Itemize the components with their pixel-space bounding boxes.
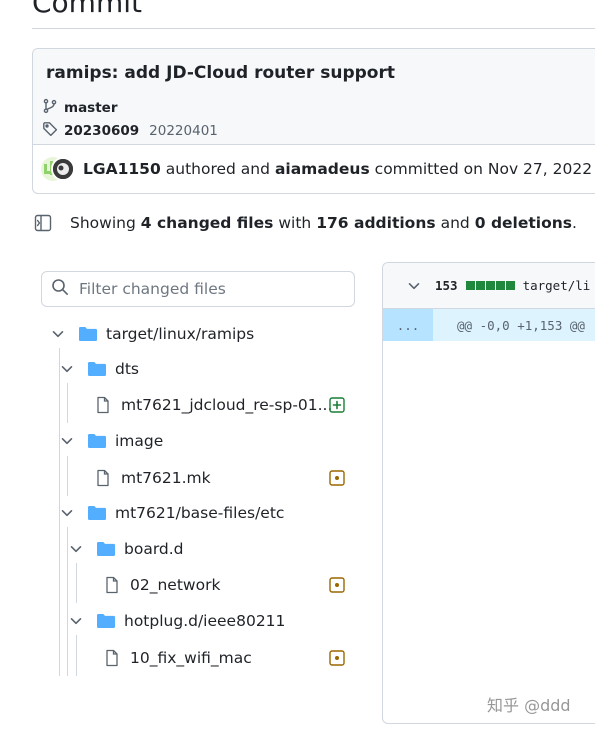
diff-modified-icon [329, 650, 345, 666]
summary-and: and [440, 214, 470, 232]
diff-file-header: 153 target/li [383, 263, 595, 309]
git-branch-icon [42, 98, 58, 118]
file-icon [103, 649, 121, 667]
authored-text: authored and [165, 160, 270, 178]
summary-suffix: . [572, 214, 577, 232]
folder-icon [87, 505, 107, 521]
diff-modified-icon [329, 577, 345, 593]
commit-box: ramips: add JD-Cloud router support mast… [32, 48, 595, 194]
diff-stat-bar [495, 281, 505, 290]
chevron-down-icon[interactable] [59, 434, 75, 448]
tree-file-row[interactable]: mt7621.mk [94, 464, 211, 492]
title-divider [32, 28, 595, 29]
tree-item-label: mt7621.mk [121, 469, 211, 487]
chevron-down-icon[interactable] [68, 614, 84, 628]
committer-link[interactable]: aiamadeus [275, 160, 370, 178]
diff-summary: Showing 4 changed files with 176 additio… [34, 214, 577, 232]
folder-icon [96, 613, 116, 629]
summary-additions: 176 additions [316, 214, 436, 232]
tree-item-label: dts [115, 360, 139, 378]
tree-item-label: mt7621_jdcloud_re-sp-01... [121, 396, 333, 414]
committer-avatar[interactable] [51, 157, 75, 181]
folder-icon [87, 361, 107, 377]
author-link[interactable]: LGA1150 [83, 160, 161, 178]
hunk-header: @@ -0,0 +1,153 @@ [457, 317, 585, 333]
filter-files-input[interactable] [79, 280, 339, 298]
page-title: Commit [32, 0, 142, 19]
committed-date-text: committed on Nov 27, 2022 [374, 160, 593, 178]
summary-deletions: 0 deletions [474, 214, 573, 232]
search-icon [51, 278, 69, 300]
summary-files-changed: 4 changed files [140, 214, 274, 232]
tag-row: 20230609 20220401 [42, 121, 218, 141]
tree-folder-row[interactable]: hotplug.d/ieee80211 [68, 607, 285, 635]
tree-folder-row[interactable]: image [59, 427, 163, 455]
tree-guide [67, 456, 68, 496]
chevron-down-icon[interactable] [407, 279, 421, 293]
tree-file-row[interactable]: mt7621_jdcloud_re-sp-01... [94, 391, 332, 419]
commit-title: ramips: add JD-Cloud router support [46, 63, 395, 83]
tree-folder-row[interactable]: mt7621/base-files/etc [59, 499, 284, 527]
file-icon [103, 576, 121, 594]
tree-guide [76, 635, 77, 676]
tree-item-label: target/linux/ramips [106, 325, 255, 343]
chevron-down-icon[interactable] [68, 542, 84, 556]
tree-guide [76, 563, 77, 603]
file-icon [94, 396, 112, 414]
sidebar-expand-icon[interactable] [34, 214, 52, 232]
diff-added-icon [329, 397, 345, 413]
file-filter[interactable] [41, 271, 355, 307]
tree-folder-row[interactable]: dts [59, 355, 139, 383]
diff-panel: 153 target/li ... @@ -0,0 +1,153 @@ [382, 262, 595, 724]
diff-stat-bar [465, 281, 475, 290]
tag-link-secondary[interactable]: 20220401 [149, 123, 218, 139]
tree-guide [67, 383, 68, 423]
avatar-stack [41, 157, 77, 181]
tree-item-label: image [115, 432, 164, 450]
summary-with: with [278, 214, 312, 232]
summary-prefix: Showing [70, 214, 136, 232]
tree-item-label: board.d [124, 540, 184, 558]
tag-icon [42, 121, 58, 141]
tree-item-label: 10_fix_wifi_mac [130, 649, 252, 667]
diff-modified-icon [329, 470, 345, 486]
diff-hunk-row: ... @@ -0,0 +1,153 @@ [383, 309, 595, 341]
diff-additions-count: 153 [435, 278, 458, 293]
branch-link[interactable]: master [64, 100, 117, 116]
tree-folder-row[interactable]: board.d [68, 535, 184, 563]
file-icon [94, 469, 112, 487]
diff-stat-bar [505, 281, 515, 290]
tree-folder-row[interactable]: target/linux/ramips [50, 320, 254, 348]
chevron-down-icon[interactable] [59, 362, 75, 376]
diff-stat-bar [475, 281, 485, 290]
diff-file-path[interactable]: target/li [523, 278, 591, 293]
branch-row: master [42, 98, 117, 118]
watermark: 知乎 @ddd [487, 696, 571, 715]
tree-file-row[interactable]: 02_network [103, 571, 220, 599]
tree-item-label: hotplug.d/ieee80211 [124, 612, 286, 630]
author-row: LGA1150 authored and aiamadeus committed… [41, 157, 592, 181]
commit-header: ramips: add JD-Cloud router support mast… [33, 49, 595, 145]
tree-file-row[interactable]: 10_fix_wifi_mac [103, 644, 252, 672]
folder-icon [87, 433, 107, 449]
tree-item-label: mt7621/base-files/etc [115, 504, 285, 522]
folder-icon [78, 326, 98, 342]
folder-icon [96, 541, 116, 557]
diff-stat-bars [465, 281, 515, 290]
chevron-down-icon[interactable] [59, 506, 75, 520]
tree-item-label: 02_network [130, 576, 221, 594]
chevron-down-icon[interactable] [50, 327, 66, 341]
expand-hunk-button[interactable]: ... [383, 309, 433, 341]
tag-link-primary[interactable]: 20230609 [64, 123, 139, 139]
diff-stat-bar [485, 281, 495, 290]
